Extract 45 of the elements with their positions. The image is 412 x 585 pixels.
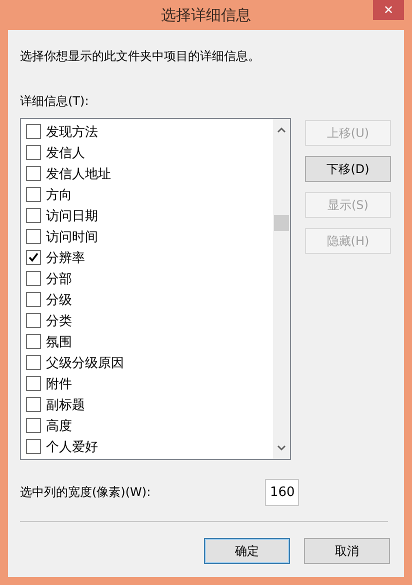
scroll-thumb[interactable]: [274, 215, 289, 231]
scroll-up-icon[interactable]: [277, 127, 286, 133]
detail-item[interactable]: 附件: [46, 374, 72, 392]
checkbox[interactable]: [26, 208, 41, 223]
checkbox[interactable]: [26, 250, 41, 265]
checkbox[interactable]: [26, 376, 41, 391]
details-label: 详细信息(T):: [20, 93, 90, 110]
checkbox[interactable]: [26, 145, 41, 160]
checkbox[interactable]: [26, 418, 41, 433]
checkbox[interactable]: [26, 439, 41, 454]
window-title: 选择详细信息: [161, 6, 251, 24]
checkbox[interactable]: [26, 187, 41, 202]
detail-item[interactable]: 副标题: [46, 396, 85, 414]
detail-item[interactable]: 分辨率: [46, 248, 85, 266]
checkbox[interactable]: [26, 292, 41, 307]
detail-item[interactable]: 高度: [46, 416, 72, 434]
checkbox[interactable]: [26, 124, 41, 139]
checkbox[interactable]: [26, 166, 41, 181]
dialog-button[interactable]: 确定: [204, 538, 290, 564]
checkbox[interactable]: [26, 229, 41, 244]
detail-item[interactable]: 个人爱好: [46, 438, 98, 456]
checkbox[interactable]: [26, 397, 41, 412]
detail-item[interactable]: 发信人: [46, 144, 85, 162]
detail-item[interactable]: 氛围: [46, 332, 72, 350]
checkbox[interactable]: [26, 355, 41, 370]
detail-item[interactable]: 访问日期: [46, 206, 98, 224]
checkbox[interactable]: [26, 271, 41, 286]
detail-item[interactable]: 发现方法: [46, 122, 98, 140]
detail-item[interactable]: 分类: [46, 312, 72, 330]
width-input[interactable]: 160: [265, 479, 299, 506]
instruction-text: 选择你想显示的此文件夹中项目的详细信息。: [20, 48, 261, 65]
checkbox[interactable]: [26, 334, 41, 349]
detail-item[interactable]: 方向: [46, 186, 72, 204]
scrollbar[interactable]: [273, 119, 290, 459]
dialog-button[interactable]: 取消: [304, 538, 390, 564]
detail-item[interactable]: 分级: [46, 290, 72, 308]
close-button[interactable]: ✕: [373, 0, 404, 20]
detail-item[interactable]: 发信人地址: [46, 164, 111, 182]
width-label: 选中列的宽度(像素)(W):: [20, 484, 151, 501]
side-button[interactable]: 下移(D): [305, 156, 391, 182]
checkbox[interactable]: [26, 313, 41, 328]
detail-item[interactable]: 父级分级原因: [46, 354, 124, 372]
scroll-down-icon[interactable]: [277, 445, 286, 451]
detail-item[interactable]: 访问时间: [46, 228, 98, 246]
detail-item[interactable]: 分部: [46, 270, 72, 288]
